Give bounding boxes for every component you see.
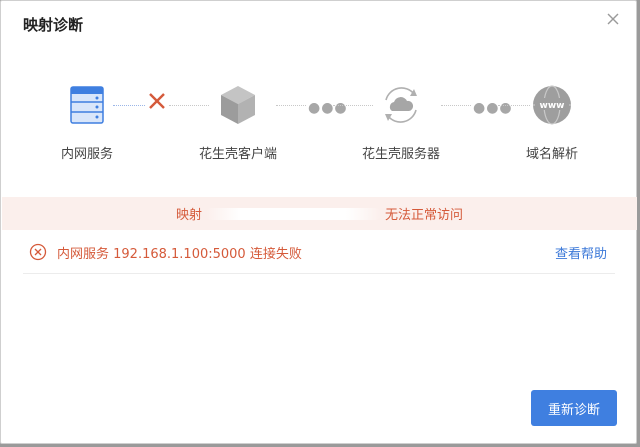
cloud-sync-icon <box>385 87 417 123</box>
dialog-title: 映射诊断 <box>23 16 84 34</box>
connector-line <box>276 105 306 106</box>
connector-line <box>441 105 471 106</box>
step-client: 花生壳客户端 <box>178 83 298 162</box>
banner-prefix: 映射 <box>175 208 202 223</box>
failure-x-icon <box>149 93 165 109</box>
step-label: 域名解析 <box>525 147 578 162</box>
error-row: 内网服务 192.168.1.100:5000 连接失败 查看帮助 <box>23 231 615 274</box>
error-message: 内网服务 192.168.1.100:5000 连接失败 <box>57 246 302 262</box>
redacted-address <box>206 207 381 220</box>
www-globe-icon: www <box>533 85 571 125</box>
close-icon[interactable] <box>604 10 622 28</box>
box-icon <box>221 86 255 124</box>
view-help-link[interactable]: 查看帮助 <box>555 243 607 262</box>
banner-suffix: 无法正常访问 <box>385 208 464 223</box>
step-label: 内网服务 <box>60 147 113 162</box>
diagnosis-steps: 内网服务 花生壳客户端 ●●● 花生壳服务器 ●●● www 域名解析 <box>1 83 638 163</box>
rediagnose-button[interactable]: 重新诊断 <box>531 390 617 426</box>
step-label: 花生壳服务器 <box>361 147 440 162</box>
diagnosis-dialog: 映射诊断 内网服务 花生壳客户端 ●●● 花生壳服务器 ●●● www 域名解析… <box>0 0 637 444</box>
step-domain-resolution: www 域名解析 <box>492 83 612 162</box>
status-banner: 映射 无法正常访问 <box>2 197 637 230</box>
step-oray-server: 花生壳服务器 <box>341 83 461 162</box>
server-icon <box>70 86 104 124</box>
step-label: 花生壳客户端 <box>198 147 277 162</box>
svg-text:www: www <box>540 101 565 111</box>
step-intranet-service: 内网服务 <box>27 83 147 162</box>
connector-line <box>113 105 145 106</box>
error-circle-x-icon <box>29 243 47 261</box>
